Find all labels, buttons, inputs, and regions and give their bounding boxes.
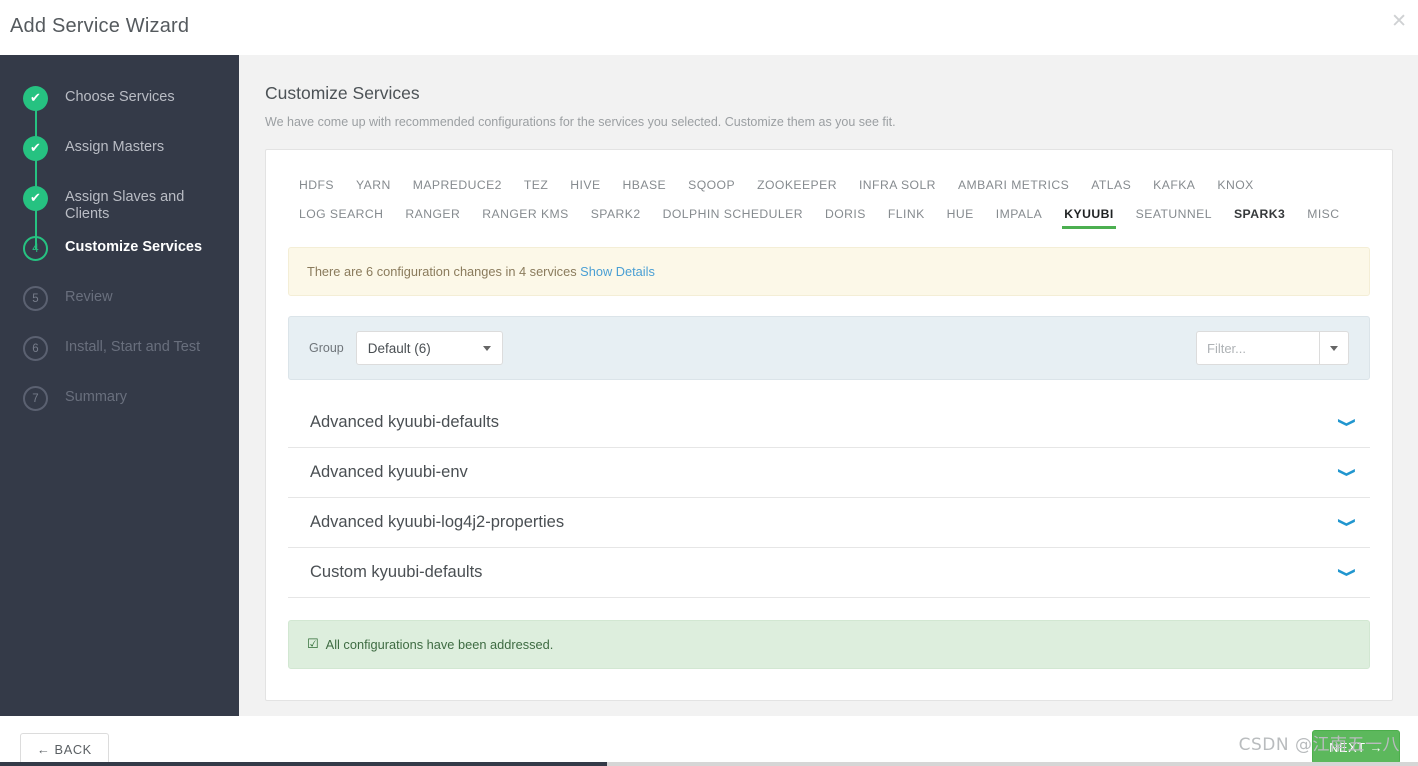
check-icon: ✔: [30, 191, 41, 206]
config-section-title: Advanced kyuubi-log4j2-properties: [310, 513, 565, 531]
tab-hive[interactable]: HIVE: [559, 172, 611, 201]
sidebar-step-6[interactable]: 6 Install, Start and Test: [0, 336, 239, 386]
tab-ranger-kms[interactable]: RANGER KMS: [471, 201, 579, 230]
tab-yarn[interactable]: YARN: [345, 172, 402, 201]
tab-atlas[interactable]: ATLAS: [1080, 172, 1142, 201]
page-subtitle: We have come up with recommended configu…: [265, 115, 896, 129]
config-sections-list: Advanced kyuubi-defaults ❯ Advanced kyuubi…: [288, 398, 1370, 598]
tab-zookeeper[interactable]: ZOOKEEPER: [746, 172, 848, 201]
tab-hbase[interactable]: HBASE: [612, 172, 678, 201]
config-section-row[interactable]: Advanced kyuubi-defaults ❯: [288, 398, 1370, 448]
group-label: Group: [309, 341, 344, 355]
tab-hue[interactable]: HUE: [936, 201, 985, 230]
chevron-down-icon[interactable]: ❯: [1337, 417, 1357, 428]
config-section-title: Advanced kyuubi-env: [310, 463, 468, 481]
sidebar-step-label: Review: [65, 289, 113, 305]
sidebar-step-label: Choose Services: [65, 89, 175, 105]
wizard-header: Add Service Wizard ✕: [0, 0, 1418, 55]
chevron-down-icon[interactable]: ❯: [1337, 567, 1357, 578]
group-filter-bar: Group Default (6): [288, 316, 1370, 380]
tab-spark3[interactable]: SPARK3: [1223, 201, 1296, 230]
show-details-link[interactable]: Show Details: [580, 264, 655, 279]
wizard-title: Add Service Wizard: [10, 15, 190, 37]
check-icon: ✔: [30, 141, 41, 156]
config-changes-text: There are 6 configuration changes in 4 s…: [307, 264, 577, 279]
tab-kyuubi[interactable]: KYUUBI: [1053, 201, 1124, 230]
close-icon[interactable]: ✕: [1391, 12, 1407, 31]
tab-ranger[interactable]: RANGER: [394, 201, 471, 230]
window-bottom-edge-dark: [0, 762, 607, 766]
step-check-icon: ✔: [23, 136, 48, 161]
tab-log-search[interactable]: LOG SEARCH: [288, 201, 394, 230]
sidebar-step-5[interactable]: 5 Review: [0, 286, 239, 336]
sidebar-step-4[interactable]: 4 Customize Services: [0, 236, 239, 286]
config-changes-banner: There are 6 configuration changes in 4 s…: [288, 247, 1370, 296]
step-check-icon: ✔: [23, 86, 48, 111]
wizard-footer: ← BACK NEXT →: [0, 716, 1418, 766]
sidebar-step-label: Install, Start and Test: [65, 339, 201, 355]
step-number-badge: 7: [23, 386, 48, 411]
tab-seatunnel[interactable]: SEATUNNEL: [1125, 201, 1223, 230]
tab-hdfs[interactable]: HDFS: [288, 172, 345, 201]
sidebar-step-7[interactable]: 7 Summary: [0, 386, 239, 436]
caret-down-icon: [1330, 345, 1338, 351]
tab-infra-solr[interactable]: INFRA SOLR: [848, 172, 947, 201]
tab-misc[interactable]: MISC: [1296, 201, 1350, 230]
step-check-icon: ✔: [23, 186, 48, 211]
main-content: Customize Services We have come up with …: [239, 55, 1418, 716]
check-square-icon: ☑: [307, 637, 319, 652]
group-selector-wrap: Group Default (6): [309, 331, 503, 365]
tab-mapreduce2[interactable]: MAPREDUCE2: [402, 172, 513, 201]
page-title: Customize Services: [265, 83, 420, 103]
tab-doris[interactable]: DORIS: [814, 201, 877, 230]
customize-services-panel: HDFS YARN MAPREDUCE2 TEZ HIVE HBASE SQOOP ZOOKE…: [265, 149, 1393, 701]
group-select-value: Default (6): [367, 340, 431, 356]
sidebar-step-label: Customize Services: [65, 239, 203, 255]
config-section-row[interactable]: Advanced kyuubi-env ❯: [288, 448, 1370, 498]
chevron-down-icon[interactable]: ❯: [1337, 467, 1357, 478]
config-section-title: Advanced kyuubi-defaults: [310, 413, 499, 431]
caret-down-icon: [482, 345, 491, 351]
next-button[interactable]: NEXT →: [1312, 730, 1400, 764]
tab-dolphin-scheduler[interactable]: DOLPHIN SCHEDULER: [652, 201, 814, 230]
tab-spark2[interactable]: SPARK2: [580, 201, 652, 230]
tab-tez[interactable]: TEZ: [513, 172, 559, 201]
filter-input[interactable]: [1196, 331, 1319, 365]
config-section-row[interactable]: Advanced kyuubi-log4j2-properties ❯: [288, 498, 1370, 548]
config-section-title: Custom kyuubi-defaults: [310, 563, 483, 581]
sidebar-step-label: Assign Masters: [65, 139, 165, 155]
step-connector-line: [35, 99, 37, 249]
add-service-wizard-window: Add Service Wizard ✕ ✔ Choose Services ✔ As…: [0, 0, 1418, 766]
group-select[interactable]: Default (6): [355, 331, 503, 365]
service-tabs: HDFS YARN MAPREDUCE2 TEZ HIVE HBASE SQOOP ZOOKE…: [288, 172, 1370, 230]
tab-knox[interactable]: KNOX: [1206, 172, 1264, 201]
step-number-badge: 6: [23, 336, 48, 361]
sidebar-step-label: Assign Slaves and Clients: [65, 189, 185, 222]
all-configs-addressed-banner: ☑ All configurations have been addressed…: [288, 620, 1370, 669]
tab-sqoop[interactable]: SQOOP: [677, 172, 746, 201]
tab-ambari-metrics[interactable]: AMBARI METRICS: [947, 172, 1080, 201]
check-icon: ✔: [30, 91, 41, 106]
tab-kafka[interactable]: KAFKA: [1142, 172, 1206, 201]
filter-dropdown-button[interactable]: [1319, 331, 1349, 365]
step-number-badge: 4: [23, 236, 48, 261]
tab-flink[interactable]: FLINK: [877, 201, 936, 230]
config-section-row[interactable]: Custom kyuubi-defaults ❯: [288, 548, 1370, 598]
step-number-badge: 5: [23, 286, 48, 311]
tab-impala[interactable]: IMPALA: [985, 201, 1054, 230]
chevron-down-icon[interactable]: ❯: [1337, 517, 1357, 528]
wizard-sidebar: ✔ Choose Services ✔ Assign Masters ✔ Assign S…: [0, 55, 239, 716]
filter-control: [1196, 331, 1349, 365]
all-configs-addressed-text: All configurations have been addressed.: [325, 637, 554, 652]
wizard-steps: ✔ Choose Services ✔ Assign Masters ✔ Assign S…: [0, 55, 239, 436]
sidebar-step-label: Summary: [65, 389, 128, 405]
